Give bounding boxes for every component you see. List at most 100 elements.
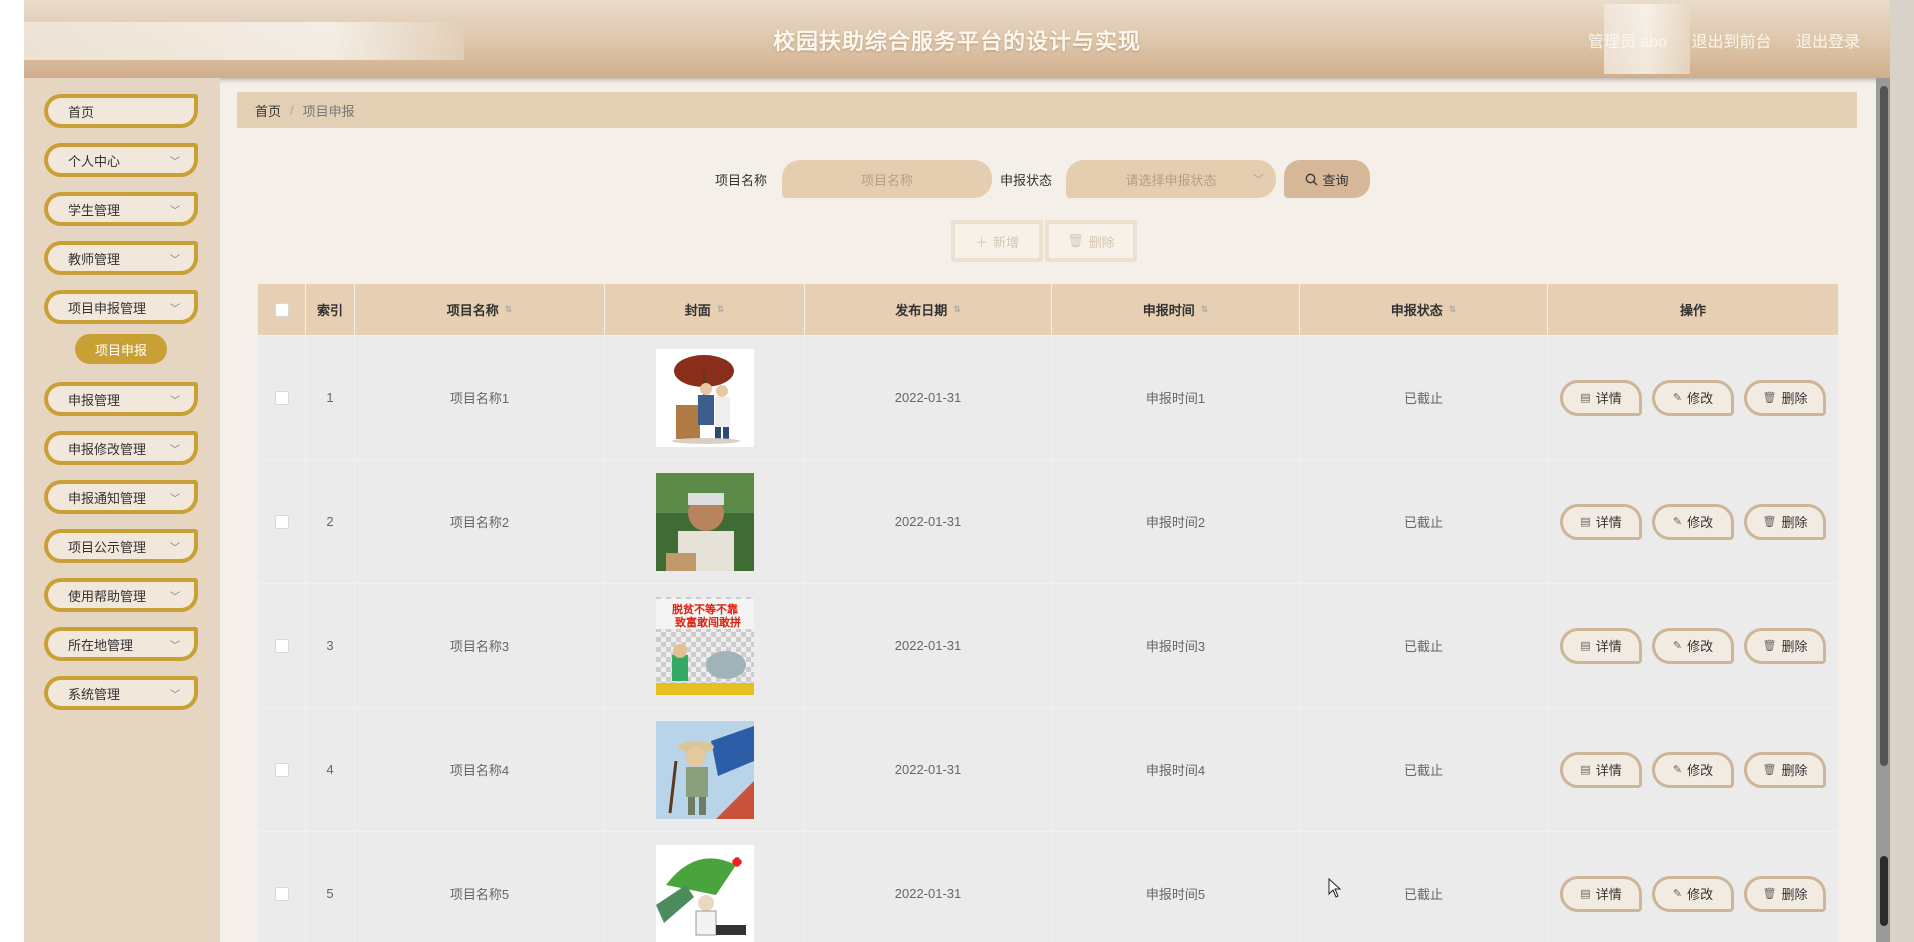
detail-button[interactable]: ▤ 详情 [1560, 751, 1642, 788]
sidebar-item-label: 使用帮助管理 [68, 588, 147, 604]
col-status[interactable]: 申报状态 ⇅ [1300, 284, 1548, 335]
col-time[interactable]: 申报时间 ⇅ [1052, 284, 1300, 335]
detail-button[interactable]: ▤ 详情 [1560, 379, 1642, 416]
row-actions: ▤ 详情 ✎ 修改 🗑 删除 [1548, 336, 1838, 459]
sidebar-item-label: 学生管理 [68, 202, 121, 218]
col-index: 索引 [306, 284, 355, 335]
breadcrumb-separator: / [290, 102, 294, 118]
sidebar-item-label: 项目公示管理 [68, 539, 147, 555]
scrollbar-thumb[interactable] [1880, 86, 1888, 766]
row-name: 项目名称3 [355, 584, 605, 707]
edit-button[interactable]: ✎ 修改 [1652, 875, 1734, 912]
detail-button[interactable]: ▤ 详情 [1560, 627, 1642, 664]
chevron-down-icon: ﹀ [170, 303, 180, 315]
delete-button[interactable]: 🗑 删除 [1744, 627, 1826, 664]
detail-label: 详情 [1595, 391, 1622, 406]
row-time: 申报时间5 [1052, 832, 1300, 942]
sidebar-item-declare-mgmt[interactable]: 申报管理 ﹀ [44, 382, 198, 416]
sidebar-subitem-project-declare[interactable]: 项目申报 [75, 334, 167, 364]
logout-link[interactable]: 退出登录 [1796, 34, 1860, 51]
sort-icon[interactable]: ⇅ [953, 304, 961, 315]
row-select[interactable] [258, 336, 306, 459]
sort-icon[interactable]: ⇅ [1201, 304, 1209, 315]
edit-label: 修改 [1687, 639, 1714, 654]
edit-button[interactable]: ✎ 修改 [1652, 503, 1734, 540]
status-select[interactable]: 请选择申报状态 ﹀ [1066, 160, 1276, 198]
edit-label: 修改 [1687, 887, 1714, 902]
row-status-value: 已截止 [1403, 391, 1443, 406]
sidebar-item-location-mgmt[interactable]: 所在地管理 ﹀ [44, 627, 198, 661]
bulk-delete-button[interactable]: 🗑 删除 [1045, 220, 1137, 262]
row-checkbox[interactable] [274, 390, 289, 405]
edit-button[interactable]: ✎ 修改 [1652, 379, 1734, 416]
sort-icon[interactable]: ⇅ [1449, 304, 1457, 315]
app-window: 校园扶助综合服务平台的设计与实现 管理员 abo 退出到前台 退出登录 首页 个人… [24, 0, 1890, 942]
col-cover[interactable]: 封面 ⇅ [605, 284, 805, 335]
delete-button[interactable]: 🗑 删除 [1744, 751, 1826, 788]
row-cover [605, 832, 805, 942]
name-search-input[interactable]: 项目名称 [782, 160, 992, 198]
row-select[interactable] [258, 832, 306, 942]
row-date-value: 2022-01-31 [894, 390, 962, 405]
delete-button[interactable]: 🗑 删除 [1744, 503, 1826, 540]
chevron-down-icon: ﹀ [170, 689, 180, 701]
col-date[interactable]: 发布日期 ⇅ [805, 284, 1052, 335]
row-checkbox[interactable] [274, 886, 289, 901]
edit-button[interactable]: ✎ 修改 [1652, 751, 1734, 788]
detail-button[interactable]: ▤ 详情 [1560, 875, 1642, 912]
admin-user[interactable]: 管理员 abo [1588, 34, 1667, 51]
header-select-all[interactable] [258, 284, 306, 335]
query-button[interactable]: 查询 [1284, 160, 1370, 198]
trash-icon: 🗑 [1762, 640, 1777, 652]
sidebar-item-declare-notice-mgmt[interactable]: 申报通知管理 ﹀ [44, 480, 198, 514]
sidebar-item-help-mgmt[interactable]: 使用帮助管理 ﹀ [44, 578, 198, 612]
breadcrumb-home[interactable]: 首页 [255, 101, 281, 120]
row-time-value: 申报时间4 [1145, 763, 1206, 778]
row-name-value: 项目名称2 [449, 515, 510, 530]
table-row: 1 项目名称1 2022-01-31 申报时间1 已截止 ▤ 详情 ✎ 修改 🗑 删除 [258, 336, 1838, 460]
scrollbar-thumb-secondary[interactable] [1880, 856, 1888, 926]
sidebar-item-project-declare-mgmt[interactable]: 项目申报管理 ﹀ [44, 290, 198, 324]
sidebar-item-teacher-mgmt[interactable]: 教师管理 ﹀ [44, 241, 198, 275]
row-actions: ▤ 详情 ✎ 修改 🗑 删除 [1548, 708, 1838, 831]
pencil-icon: ✎ [1672, 888, 1683, 900]
row-actions: ▤ 详情 ✎ 修改 🗑 删除 [1548, 832, 1838, 942]
row-checkbox[interactable] [274, 514, 289, 529]
sort-icon[interactable]: ⇅ [505, 304, 513, 315]
detail-button[interactable]: ▤ 详情 [1560, 503, 1642, 540]
row-time-value: 申报时间3 [1145, 639, 1206, 654]
sidebar-item-declare-modify-mgmt[interactable]: 申报修改管理 ﹀ [44, 431, 198, 465]
project-table: 索引 项目名称 ⇅ 封面 ⇅ 发布日期 ⇅ 申报时间 ⇅ 申报状态 ⇅ 操作 1 项目名称… [258, 284, 1838, 942]
sidebar-item-project-publicity-mgmt[interactable]: 项目公示管理 ﹀ [44, 529, 198, 563]
delete-label: 删除 [1781, 887, 1808, 902]
delete-button[interactable]: 🗑 删除 [1744, 379, 1826, 416]
row-name: 项目名称4 [355, 708, 605, 831]
row-checkbox[interactable] [274, 638, 289, 653]
chevron-down-icon: ﹀ [170, 542, 180, 554]
header-links: 管理员 abo 退出到前台 退出登录 [1568, 28, 1860, 52]
row-name-value: 项目名称5 [449, 887, 510, 902]
delete-button[interactable]: 🗑 删除 [1744, 875, 1826, 912]
col-name[interactable]: 项目名称 ⇅ [355, 284, 605, 335]
delete-label: 删除 [1781, 391, 1808, 406]
row-select[interactable] [258, 708, 306, 831]
row-checkbox[interactable] [274, 762, 289, 777]
select-all-checkbox[interactable] [274, 302, 289, 317]
chevron-down-icon: ﹀ [170, 640, 180, 652]
add-button[interactable]: ＋ 新增 [951, 220, 1043, 262]
col-cover-label: 封面 [684, 303, 711, 318]
edit-button[interactable]: ✎ 修改 [1652, 627, 1734, 664]
sort-icon[interactable]: ⇅ [717, 304, 725, 315]
sidebar-item-label: 申报通知管理 [68, 490, 147, 506]
row-select[interactable] [258, 584, 306, 707]
detail-label: 详情 [1595, 887, 1622, 902]
row-select[interactable] [258, 460, 306, 583]
sidebar-item-home[interactable]: 首页 [44, 94, 198, 128]
col-status-label: 申报状态 [1390, 303, 1443, 318]
row-status: 已截止 [1300, 584, 1548, 707]
row-date: 2022-01-31 [805, 336, 1052, 459]
exit-to-front-link[interactable]: 退出到前台 [1692, 34, 1772, 51]
sidebar-item-system-mgmt[interactable]: 系统管理 ﹀ [44, 676, 198, 710]
cover-image: 脱贫不等不靠致富敢闯敢拼 [655, 596, 754, 695]
document-icon: ▤ [1580, 516, 1591, 528]
